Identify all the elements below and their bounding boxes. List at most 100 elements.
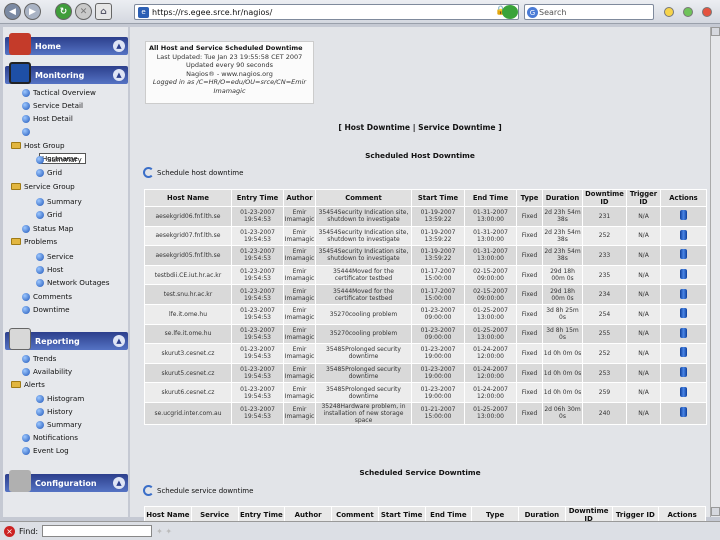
nav-tactical-overview[interactable]: Tactical Overview (22, 88, 96, 97)
cell-end-time: 01-31-2007 13:00:00 (464, 225, 517, 247)
cell-actions (660, 401, 707, 425)
vertical-scrollbar[interactable] (710, 27, 720, 517)
collapse-icon[interactable]: ▲ (113, 477, 125, 489)
find-input[interactable] (42, 525, 153, 537)
nav-problem-service[interactable]: Service (36, 252, 74, 261)
scroll-up-button[interactable] (711, 27, 720, 36)
nav-service-group[interactable]: Service Group (11, 182, 75, 191)
nav-service-detail[interactable]: Service Detail (22, 101, 83, 110)
nav-sg-summary[interactable]: Summary (36, 197, 82, 206)
bullet-icon (36, 197, 44, 206)
home-button[interactable]: ⌂ (95, 3, 112, 20)
maximize-dot[interactable] (683, 7, 693, 17)
cell-entry-time: 01-23-2007 19:54:53 (231, 225, 284, 247)
close-dot[interactable] (702, 7, 712, 17)
back-button[interactable]: ◀ (4, 3, 21, 20)
close-findbar-icon[interactable]: × (4, 525, 15, 537)
col-comment[interactable]: Comment (315, 189, 412, 207)
delete-downtime-icon[interactable] (680, 386, 687, 397)
nav-notifications[interactable]: Notifications (22, 433, 78, 442)
find-bar: × Find: ✦ ✦ (0, 521, 720, 540)
cell-trigger-id: N/A (626, 245, 661, 266)
reload-button[interactable]: ↻ (55, 3, 72, 20)
delete-downtime-icon[interactable] (680, 288, 687, 299)
nav-label: Availability (33, 367, 73, 376)
url-bar[interactable]: e https://rs.egee.srce.hr/nagios/ 🔒 ▾ (134, 4, 519, 20)
bullet-icon (36, 252, 44, 261)
nav-alert-summary[interactable]: Summary (36, 420, 82, 429)
go-button[interactable] (502, 5, 518, 19)
cell-host-name[interactable]: aesekgrid07.fnf.lth.se (144, 225, 232, 247)
nav-histogram[interactable]: Histogram (36, 394, 84, 403)
cell-host-name[interactable]: aesekgrid06.fnf.lth.se (144, 206, 232, 227)
cell-host-name[interactable]: se.ucgrid.inter.com.au (144, 401, 232, 425)
find-options-icon[interactable]: ✦ ✦ (156, 527, 172, 536)
delete-downtime-icon[interactable] (680, 308, 687, 319)
delete-downtime-icon[interactable] (680, 327, 687, 338)
downtime-links[interactable]: [ Host Downtime | Service Downtime ] (130, 123, 710, 132)
col-author[interactable]: Author (283, 189, 316, 207)
delete-downtime-icon[interactable] (680, 367, 687, 378)
cell-host-name[interactable]: se.lfe.it.ome.hu (144, 323, 232, 345)
delete-downtime-icon[interactable] (680, 347, 687, 358)
nav-event-log[interactable]: Event Log (22, 446, 69, 455)
delete-downtime-icon[interactable] (680, 229, 687, 240)
delete-downtime-icon[interactable] (680, 249, 687, 260)
nav-network-outages[interactable]: Network Outages (36, 278, 109, 287)
col-host-name[interactable]: Host Name (144, 189, 232, 207)
cell-comment: 35485Prolonged security downtime (315, 362, 412, 384)
cell-duration: 2d 23h 54m 38s (542, 225, 583, 247)
section-home[interactable]: Home ▲ (5, 33, 128, 55)
cell-host-name[interactable]: skurut5.cesnet.cz (144, 362, 232, 384)
col-end-time[interactable]: End Time (464, 189, 517, 207)
nav-problems[interactable]: Problems (11, 237, 57, 246)
cell-comment: 35485Prolonged security downtime (315, 343, 412, 364)
cell-host-name[interactable]: aesekgrid05.fnf.lth.se (144, 245, 232, 266)
scroll-down-button[interactable] (711, 507, 720, 516)
nav-host-detail[interactable]: Host Detail (22, 114, 73, 123)
schedule-host-downtime-link[interactable]: Schedule host downtime (143, 167, 243, 178)
col-downtime-id[interactable]: Downtime ID (582, 189, 627, 207)
col-start-time[interactable]: Start Time (411, 189, 465, 207)
cell-host-name[interactable]: skurut3.cesnet.cz (144, 343, 232, 364)
col-entry-time[interactable]: Entry Time (231, 189, 284, 207)
search-input[interactable]: G Search (524, 4, 654, 20)
collapse-icon[interactable]: ▲ (113, 335, 125, 347)
cell-host-name[interactable]: skurut6.cesnet.cz (144, 382, 232, 403)
delete-downtime-icon[interactable] (680, 210, 687, 221)
nav-sg-grid[interactable]: Grid (36, 210, 62, 219)
collapse-icon[interactable]: ▲ (113, 69, 125, 81)
folder-icon (11, 183, 21, 190)
nav-problem-host[interactable]: Host (36, 265, 63, 274)
nav-status-map[interactable]: Status Map (22, 224, 73, 233)
cell-host-name[interactable]: test.snu.hr.ac.kr (144, 284, 232, 305)
cell-type: Fixed (516, 206, 543, 227)
section-monitoring[interactable]: Monitoring ▲ (5, 62, 128, 84)
section-label: Monitoring (35, 70, 85, 80)
collapse-icon[interactable]: ▲ (113, 40, 125, 52)
nav-comments[interactable]: Comments (22, 292, 72, 301)
url-text: https://rs.egee.srce.hr/nagios/ (152, 7, 273, 17)
schedule-service-downtime-link[interactable]: Schedule service downtime (143, 485, 253, 496)
forward-button[interactable]: ▶ (24, 3, 41, 20)
nav-hg-summary[interactable]: Summary (36, 155, 82, 164)
cell-host-name[interactable]: lfe.it.ome.hu (144, 303, 232, 325)
section-configuration[interactable]: Configuration ▲ (5, 470, 128, 492)
col-type[interactable]: Type (516, 189, 543, 207)
col-trigger-id[interactable]: Trigger ID (626, 189, 661, 207)
stop-button[interactable]: ✕ (75, 3, 92, 20)
nav-availability[interactable]: Availability (22, 367, 72, 376)
delete-downtime-icon[interactable] (680, 269, 687, 280)
table-row: aesekgrid07.fnf.lth.se 01-23-2007 19:54:5… (144, 225, 707, 247)
nav-alerts[interactable]: Alerts (11, 380, 45, 389)
section-reporting[interactable]: Reporting ▲ (5, 328, 128, 350)
minimize-dot[interactable] (664, 7, 674, 17)
col-duration[interactable]: Duration (542, 189, 583, 207)
delete-downtime-icon[interactable] (680, 407, 687, 418)
nav-host-group[interactable]: Host Group (11, 141, 65, 150)
nav-hg-grid[interactable]: Grid (36, 168, 62, 177)
nav-history[interactable]: History (36, 407, 73, 416)
nav-trends[interactable]: Trends (22, 354, 56, 363)
cell-host-name[interactable]: testbdii.CE.iut.hr.ac.kr (144, 264, 232, 286)
nav-downtime[interactable]: Downtime (22, 305, 70, 314)
